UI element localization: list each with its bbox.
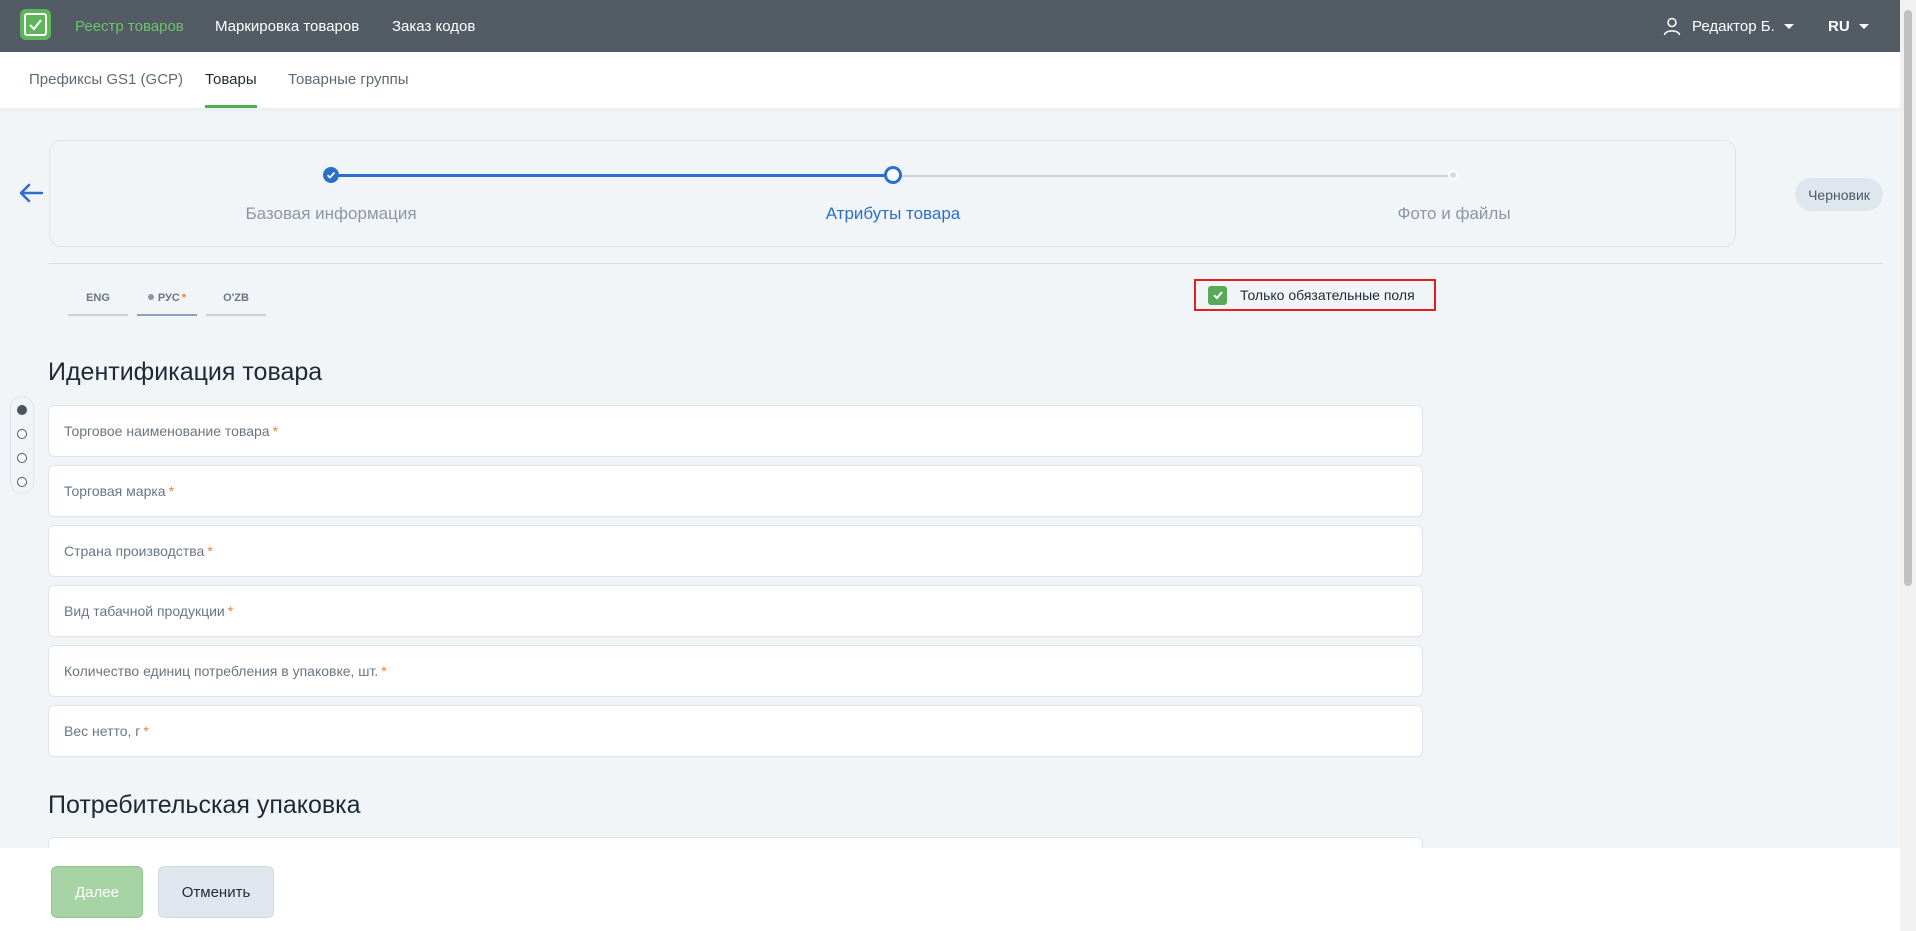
user-icon [1663,17,1681,36]
nav-product-marking[interactable]: Маркировка товаров [215,0,359,52]
section-title: Потребительская упаковка [48,791,361,819]
field-label: Страна производства [64,543,205,559]
only-required-toggle[interactable]: Только обязательные поля [1194,279,1436,311]
step-label-photos-files[interactable]: Фото и файлы [1397,204,1510,224]
progress-stepper [49,140,1736,247]
field-label: Вид табачной продукции [64,603,225,619]
chevron-down-icon [1783,23,1794,29]
top-bar: Реестр товаров Маркировка товаров Заказ … [0,0,1916,52]
required-mark: * [272,423,279,439]
field-units-per-pack[interactable]: Количество единиц потребления в упаковке… [48,645,1423,697]
checkbox-checked-icon[interactable] [1208,285,1227,305]
required-mark: * [227,603,234,619]
step-label-basic-info[interactable]: Базовая информация [245,204,416,224]
back-arrow-icon[interactable] [16,178,46,208]
field-label: Количество единиц потребления в упаковке… [64,663,379,679]
tab-products[interactable]: Товары [205,52,257,108]
required-mark: * [143,723,149,739]
section-dot-3[interactable] [17,453,27,463]
tab-gs1-prefixes[interactable]: Префиксы GS1 (GCP) [29,52,183,108]
stepper-remaining-line [893,175,1453,177]
field-trade-name[interactable]: Торговое наименование товара * [48,405,1423,457]
section-navigator [10,396,34,494]
cancel-button[interactable]: Отменить [158,866,274,918]
active-dot-icon [147,294,154,301]
required-mark: * [381,663,387,679]
section-dot-1[interactable] [17,405,27,415]
step-completed-icon[interactable] [323,167,339,183]
next-button[interactable]: Далее [51,866,143,918]
chevron-down-icon [1858,23,1869,29]
section-dot-2[interactable] [17,429,27,439]
lang-tab-eng[interactable]: ENG [68,286,128,316]
field-label: Вес нетто, г [64,723,141,739]
field-net-weight[interactable]: Вес нетто, г * [48,705,1423,757]
tab-product-groups[interactable]: Товарные группы [288,52,409,108]
required-mark: * [168,483,175,499]
lang-tab-rus[interactable]: РУС * [137,286,197,316]
language-label: RU [1828,17,1850,35]
only-required-label: Только обязательные поля [1240,287,1415,303]
user-menu[interactable]: Редактор Б. [1662,0,1794,52]
user-name: Редактор Б. [1692,17,1775,35]
section-divider [49,263,1883,264]
stepper-progress-line [331,174,893,177]
step-current-icon[interactable] [884,166,902,184]
nav-product-registry[interactable]: Реестр товаров [75,0,184,52]
language-selector[interactable]: RU [1828,0,1869,52]
field-brand[interactable]: Торговая марка * [48,465,1423,517]
step-label-attributes[interactable]: Атрибуты товара [826,204,961,224]
step-pending-icon[interactable] [1448,170,1458,180]
required-mark: * [181,292,187,304]
lang-tab-uzb[interactable]: O'ZB [206,286,266,316]
lang-tab-label: ENG [86,292,110,304]
required-mark: * [207,543,213,559]
field-tobacco-type[interactable]: Вид табачной продукции * [48,585,1423,637]
field-label: Торговое наименование товара [64,423,270,439]
status-badge: Черновик [1795,178,1883,211]
section-title: Идентификация товара [48,358,323,386]
field-label: Торговая марка [64,483,166,499]
nav-code-orders[interactable]: Заказ кодов [392,0,475,52]
bottom-action-bar [0,848,1900,931]
scrollbar-thumb[interactable] [1904,10,1912,586]
app-logo-icon[interactable] [20,9,51,40]
lang-tab-label: O'ZB [223,292,249,304]
field-country[interactable]: Страна производства * [48,525,1423,577]
section-dot-4[interactable] [17,477,27,487]
sub-navigation: Префиксы GS1 (GCP) Товары Товарные групп… [0,52,1900,108]
lang-tab-label: РУС [157,292,180,304]
